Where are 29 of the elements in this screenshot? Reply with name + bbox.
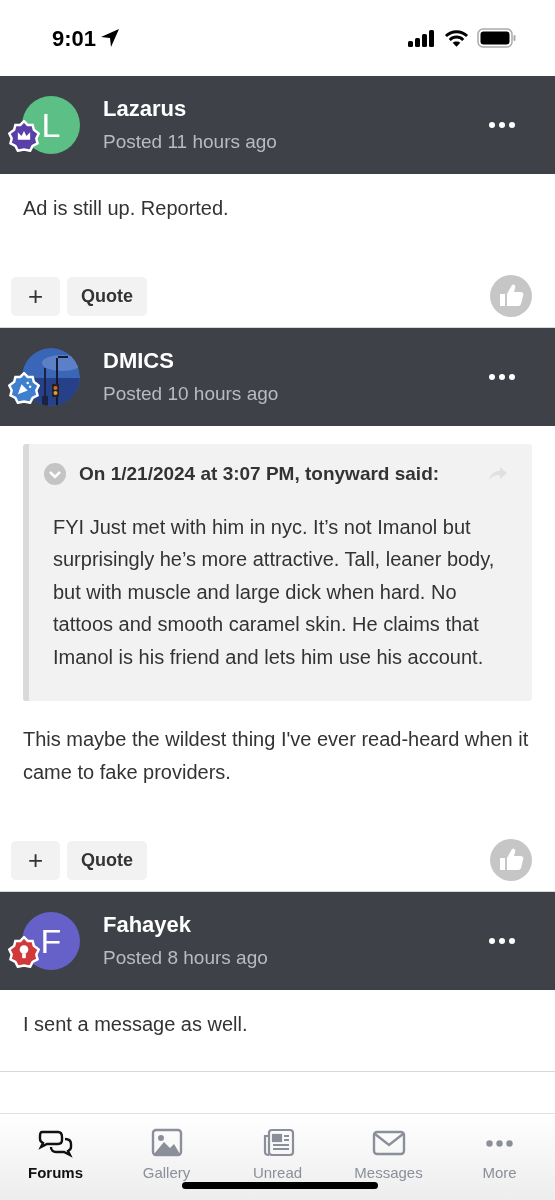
post-text: Ad is still up. Reported. — [23, 196, 230, 221]
location-arrow-icon — [100, 28, 121, 48]
author-name[interactable]: DMICS — [103, 347, 489, 375]
quote-text: FYI Just met with him in nyc. It’s not Imanol but surprisingly he’s more attractive. Tall, leaner body, but with muscle and large dick when hard. No tattoos and smooth caramel skin. He claims that Imanol is his friend and lets him use his account. — [53, 514, 496, 670]
status-time: 9:01 — [52, 24, 97, 53]
post-time: Posted 10 hours ago — [103, 382, 280, 406]
envelope-icon — [370, 1128, 407, 1158]
post-time: Posted 11 hours ago — [103, 130, 278, 154]
more-icon — [486, 1139, 513, 1147]
more-options-icon[interactable] — [489, 122, 515, 128]
signal-icon — [408, 29, 436, 47]
author-name[interactable]: Lazarus — [103, 95, 489, 123]
add-button[interactable]: + — [11, 276, 60, 316]
post-text: This maybe the wildest thing I've ever read-heard when it came to fake providers. — [23, 727, 530, 785]
battery-icon — [477, 28, 517, 48]
more-options-icon[interactable] — [489, 938, 515, 944]
chat-bubbles-icon — [37, 1128, 74, 1158]
post-time: Posted 8 hours ago — [103, 946, 269, 970]
tab-bar-item[interactable]: Forums — [0, 1128, 111, 1200]
wifi-icon — [444, 28, 469, 48]
post-text: I sent a message as well. — [23, 1012, 249, 1037]
add-button[interactable]: + — [11, 840, 60, 880]
thumbs-up-icon[interactable] — [490, 275, 532, 317]
quote-header: On 1/21/2024 at 3:07 PM, tonyward said: — [79, 462, 441, 486]
quote-button[interactable]: Quote — [67, 840, 147, 880]
quote-button[interactable]: Quote — [67, 276, 147, 316]
author-name[interactable]: Fahayek — [103, 911, 489, 939]
more-options-icon[interactable] — [489, 374, 515, 380]
thumbs-up-icon[interactable] — [490, 839, 532, 881]
